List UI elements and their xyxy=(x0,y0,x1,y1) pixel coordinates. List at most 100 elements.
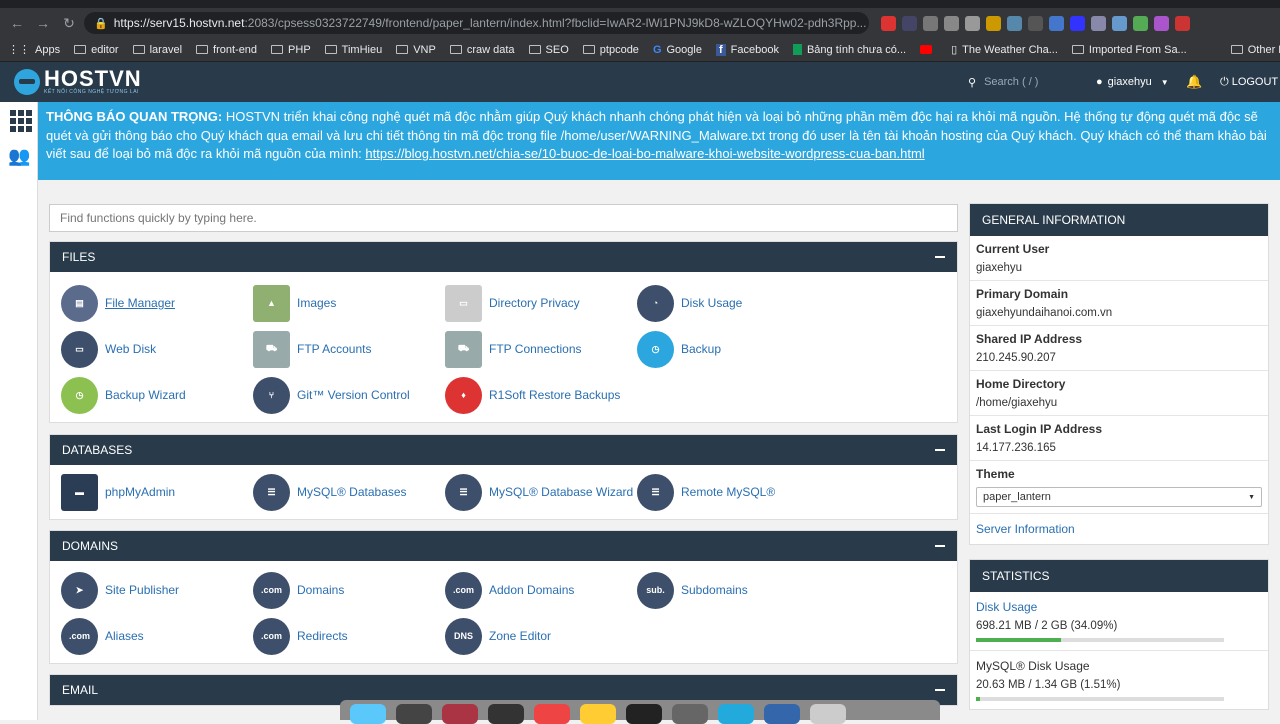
bookmark-folder[interactable]: craw data xyxy=(449,44,515,56)
hostvn-logo[interactable]: HOSTVN KẾT NỐI CÔNG NGHỆ TƯƠNG LAI xyxy=(0,68,150,95)
bookmark-folder[interactable]: VNP xyxy=(396,44,436,56)
notes-icon[interactable] xyxy=(580,704,616,724)
terminal-icon[interactable] xyxy=(626,704,662,724)
directory-privacy-link[interactable]: ▭ Directory Privacy xyxy=(445,280,637,326)
folder-icon xyxy=(1071,45,1084,54)
zone-editor-link[interactable]: DNS Zone Editor xyxy=(445,613,637,659)
header-search[interactable]: ⚲ Search ( / ) xyxy=(968,62,1086,102)
app-icon[interactable] xyxy=(764,704,800,724)
bookmark-facebook[interactable]: f Facebook xyxy=(715,43,779,56)
panel-title: EMAIL xyxy=(62,683,99,697)
extension-icon[interactable] xyxy=(902,15,917,31)
extension-icon[interactable] xyxy=(1133,15,1148,31)
theme-select[interactable]: paper_lantern ▼ xyxy=(976,487,1262,507)
backup-wizard-link[interactable]: ◷ Backup Wizard xyxy=(61,372,253,418)
grid-icon[interactable] xyxy=(10,110,32,132)
bookmark-label: Apps xyxy=(35,43,61,56)
subdomains-link[interactable]: sub. Subdomains xyxy=(637,567,829,613)
extension-icon[interactable] xyxy=(986,15,1001,31)
bookmark-other[interactable]: Other Bookmarks xyxy=(1230,44,1280,56)
bookmark-folder[interactable]: ptpcode xyxy=(582,44,639,56)
web-disk-link[interactable]: ▭ Web Disk xyxy=(61,326,253,372)
reload-icon[interactable]: ↻ xyxy=(58,15,80,32)
primary-domain-label: Primary Domain xyxy=(976,287,1069,301)
mysql-databases-link[interactable]: ☰ MySQL® Databases xyxy=(253,469,445,515)
bell-icon[interactable]: 🔔 xyxy=(1186,74,1202,90)
notice-link[interactable]: https://blog.hostvn.net/chia-se/10-buoc-… xyxy=(365,146,924,161)
bookmark-apps[interactable]: ⋮⋮ Apps xyxy=(8,43,61,57)
trash-icon[interactable] xyxy=(810,704,846,724)
redirects-link[interactable]: .com Redirects xyxy=(253,613,445,659)
bookmark-label: Bảng tính chưa có... xyxy=(806,43,907,56)
backup-link[interactable]: ◷ Backup xyxy=(637,326,829,372)
disk-usage-link[interactable]: Disk Usage xyxy=(976,600,1262,614)
app-icon[interactable] xyxy=(488,704,524,724)
web-disk-icon: ▭ xyxy=(61,330,98,368)
finder-icon[interactable] xyxy=(350,704,386,724)
app-icon[interactable] xyxy=(672,704,708,724)
app-icon[interactable] xyxy=(442,704,478,724)
theme-label: Theme xyxy=(976,467,1015,481)
extension-icon[interactable] xyxy=(965,15,980,31)
find-functions-input[interactable] xyxy=(49,204,958,232)
bookmark-folder[interactable]: SEO xyxy=(528,44,569,56)
app-icon[interactable] xyxy=(396,704,432,724)
mysql-wizard-link[interactable]: ☰ MySQL® Database Wizard xyxy=(445,469,637,515)
bookmark-folder[interactable]: Imported From Sa... xyxy=(1071,44,1187,56)
files-panel-header[interactable]: FILES xyxy=(50,242,957,272)
extension-icon[interactable] xyxy=(1028,15,1043,31)
extension-icon[interactable] xyxy=(1112,15,1127,31)
bookmark-youtube[interactable] xyxy=(920,45,937,54)
domains-panel-header[interactable]: DOMAINS xyxy=(50,531,957,561)
bookmark-google[interactable]: G Google xyxy=(653,44,702,56)
site-publisher-link[interactable]: ➤ Site Publisher xyxy=(61,567,253,613)
bookmark-sheets[interactable]: Bảng tính chưa có... xyxy=(792,43,907,56)
images-link[interactable]: ▲ Images xyxy=(253,280,445,326)
git-version-control-link[interactable]: ⑂ Git™ Version Control xyxy=(253,372,445,418)
file-manager-link[interactable]: ▤ File Manager xyxy=(61,280,253,326)
remote-mysql-link[interactable]: ☰ Remote MySQL® xyxy=(637,469,829,515)
disk-usage-link[interactable]: ◔ Disk Usage xyxy=(637,280,829,326)
bookmark-folder[interactable]: front-end xyxy=(196,44,257,56)
paper-plane-icon: ➤ xyxy=(61,571,98,609)
extension-icon[interactable] xyxy=(1049,15,1064,31)
back-icon[interactable]: ← xyxy=(6,15,28,31)
app-icon[interactable] xyxy=(718,704,754,724)
statistics-title: STATISTICS xyxy=(970,560,1268,592)
address-bar[interactable]: 🔒 https://serv15.hostvn.net:2083/cpsess0… xyxy=(84,12,869,34)
extension-icon[interactable] xyxy=(1007,15,1022,31)
chrome-icon[interactable] xyxy=(534,704,570,724)
extension-icon[interactable] xyxy=(1091,15,1106,31)
bookmark-folder[interactable]: laravel xyxy=(132,44,182,56)
bookmark-folder[interactable]: editor xyxy=(74,44,119,56)
collapse-icon[interactable] xyxy=(935,256,945,258)
extension-icon[interactable] xyxy=(944,15,959,31)
r1soft-restore-link[interactable]: ♦ R1Soft Restore Backups xyxy=(445,372,637,418)
extension-icon[interactable] xyxy=(1070,15,1085,31)
forward-icon[interactable]: → xyxy=(32,15,54,31)
ftp-accounts-link[interactable]: ⛟ FTP Accounts xyxy=(253,326,445,372)
logout-button[interactable]: ⏻ LOGOUT xyxy=(1220,62,1278,102)
users-icon[interactable]: 👥 xyxy=(8,146,30,167)
bookmark-folder[interactable]: TimHieu xyxy=(324,44,382,56)
collapse-icon[interactable] xyxy=(935,449,945,451)
aliases-link[interactable]: .com Aliases xyxy=(61,613,253,659)
shared-ip-value: 210.245.90.207 xyxy=(976,352,1056,364)
ftp-connections-link[interactable]: ⛟ FTP Connections xyxy=(445,326,637,372)
domains-link[interactable]: .com Domains xyxy=(253,567,445,613)
databases-panel-header[interactable]: DATABASES xyxy=(50,435,957,465)
collapse-icon[interactable] xyxy=(935,545,945,547)
server-information-link[interactable]: Server Information xyxy=(970,514,1268,544)
bookmark-folder[interactable]: PHP xyxy=(271,44,311,56)
extension-icon[interactable] xyxy=(1154,15,1169,31)
collapse-icon[interactable] xyxy=(935,689,945,691)
phpmyadmin-link[interactable]: ▬ phpMyAdmin xyxy=(61,469,253,515)
extension-icon[interactable] xyxy=(881,15,896,31)
bookmark-weather[interactable]: ▯ The Weather Cha... xyxy=(951,43,1058,57)
user-menu[interactable]: ● giaxehyu ▼ xyxy=(1096,62,1169,102)
last-login-label: Last Login IP Address xyxy=(976,422,1103,436)
extension-icon[interactable] xyxy=(923,15,938,31)
addon-domains-link[interactable]: .com Addon Domains xyxy=(445,567,637,613)
extension-icon[interactable] xyxy=(1175,15,1190,31)
left-sidebar: 👥 xyxy=(0,102,38,720)
